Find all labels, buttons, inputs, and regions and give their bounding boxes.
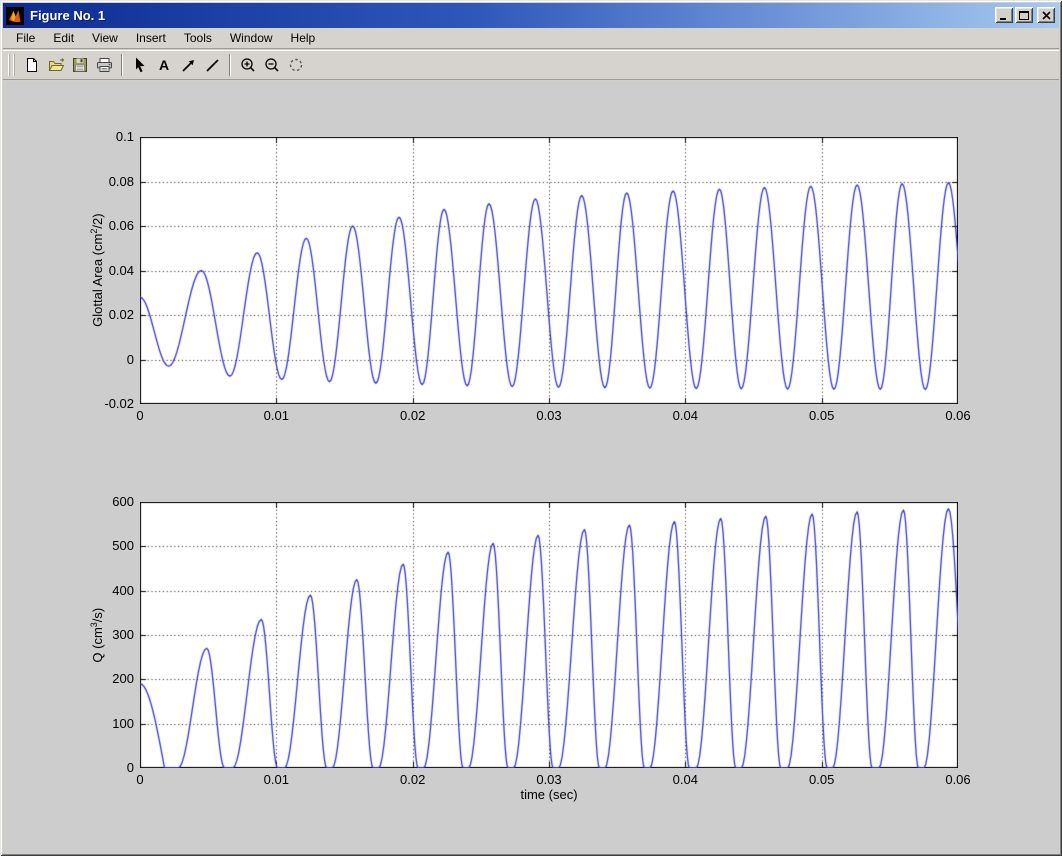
glottal-flow-x-tick-label: 0.01 xyxy=(251,772,301,787)
glottal-flow-x-tick-label: 0.02 xyxy=(388,772,438,787)
window-title: Figure No. 1 xyxy=(30,8,105,23)
arrow-annotation-button[interactable] xyxy=(176,53,200,77)
text-a-icon: A xyxy=(157,57,171,73)
time-xlabel: time (sec) xyxy=(449,787,649,802)
line-annotation-button[interactable] xyxy=(200,53,224,77)
toolbar-drag-handle[interactable] xyxy=(8,54,15,76)
toolbar-separator xyxy=(229,54,231,76)
glottal-area-ylabel: Glottal Area (cm2/2) xyxy=(89,170,105,370)
glottal-area-x-tick-label: 0.02 xyxy=(388,408,438,423)
maximize-button[interactable] xyxy=(1015,7,1033,23)
printer-icon xyxy=(96,57,113,73)
title-bar[interactable]: Figure No. 1 xyxy=(3,3,1059,28)
print-figure-button[interactable] xyxy=(92,53,116,77)
glottal-flow-axes: 00.010.020.030.040.050.06010020030040050… xyxy=(140,502,958,768)
figure-window: Figure No. 1 File Edit View Insert Tools… xyxy=(0,0,1062,856)
save-figure-button[interactable] xyxy=(68,53,92,77)
pointer-tool-button[interactable] xyxy=(128,53,152,77)
glottal-area-x-tick-label: 0.04 xyxy=(660,408,710,423)
glottal-area-x-tick-label: 0.06 xyxy=(933,408,983,423)
toolbar-separator xyxy=(121,54,123,76)
figure-canvas: 00.010.020.030.040.050.06-0.0200.020.040… xyxy=(3,81,1059,853)
menu-help[interactable]: Help xyxy=(282,29,325,47)
glottal-area-y-tick-label: 0.1 xyxy=(82,129,134,144)
glottal-flow-x-tick-label: 0.06 xyxy=(933,772,983,787)
glottal-area-x-tick-label: 0.01 xyxy=(251,408,301,423)
zoom-in-icon xyxy=(240,57,256,73)
matlab-logo-icon xyxy=(6,7,24,25)
menu-tools[interactable]: Tools xyxy=(175,29,221,47)
save-floppy-icon xyxy=(72,57,88,73)
glottal-area-axes: 00.010.020.030.040.050.06-0.0200.020.040… xyxy=(140,137,958,404)
glottal-area-x-tick-label: 0.05 xyxy=(797,408,847,423)
glottal-flow-x-tick-label: 0.03 xyxy=(524,772,574,787)
glottal-flow-canvas xyxy=(140,502,958,768)
new-figure-button[interactable] xyxy=(20,53,44,77)
glottal-flow-ylabel: Q (cm3/s) xyxy=(89,535,105,735)
open-folder-icon xyxy=(48,57,65,73)
menu-view[interactable]: View xyxy=(83,29,127,47)
glottal-flow-x-tick-label: 0.04 xyxy=(660,772,710,787)
new-document-icon xyxy=(24,57,40,73)
zoom-in-button[interactable] xyxy=(236,53,260,77)
zoom-out-icon xyxy=(264,57,280,73)
open-file-button[interactable] xyxy=(44,53,68,77)
menu-window[interactable]: Window xyxy=(221,29,282,47)
glottal-area-x-tick-label: 0.03 xyxy=(524,408,574,423)
glottal-flow-y-tick-label: 600 xyxy=(82,494,134,509)
minimize-button[interactable] xyxy=(995,7,1013,23)
glottal-area-y-tick-label: -0.02 xyxy=(82,396,134,411)
northeast-arrow-icon xyxy=(181,58,196,73)
pointer-arrow-icon xyxy=(133,57,147,73)
glottal-flow-x-tick-label: 0.05 xyxy=(797,772,847,787)
diagonal-line-icon xyxy=(205,58,220,73)
close-button[interactable] xyxy=(1037,7,1055,23)
menu-bar: File Edit View Insert Tools Window Help xyxy=(3,28,1059,49)
zoom-out-button[interactable] xyxy=(260,53,284,77)
rotate-3d-button[interactable] xyxy=(284,53,308,77)
menu-edit[interactable]: Edit xyxy=(44,29,83,47)
rotate-3d-icon xyxy=(288,57,304,73)
menu-insert[interactable]: Insert xyxy=(127,29,175,47)
toolbar: A xyxy=(3,50,1059,80)
svg-text:A: A xyxy=(159,57,169,73)
text-tool-button[interactable]: A xyxy=(152,53,176,77)
menu-file[interactable]: File xyxy=(7,29,44,47)
glottal-flow-y-tick-label: 0 xyxy=(82,760,134,775)
glottal-area-canvas xyxy=(140,137,958,404)
